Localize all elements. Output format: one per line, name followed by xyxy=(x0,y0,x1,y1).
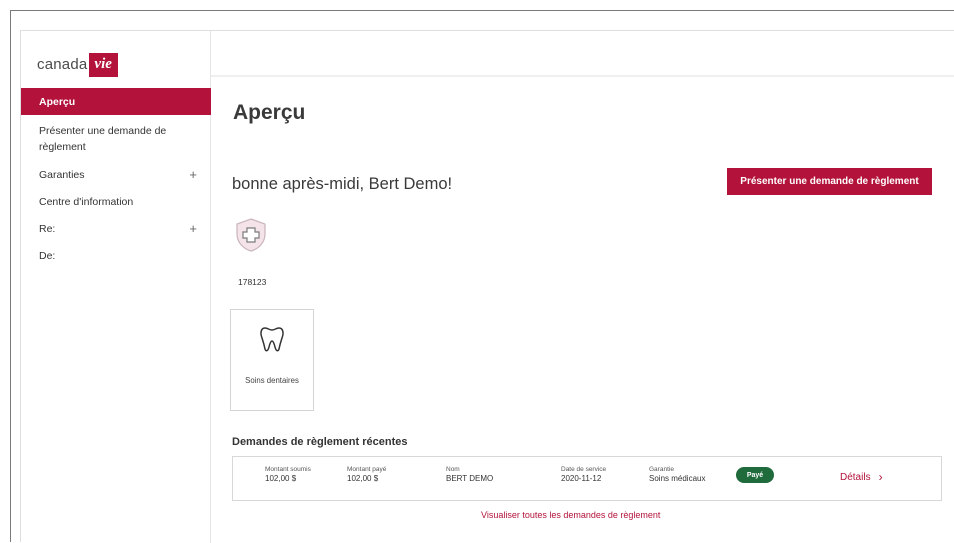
claim-date: Date de service 2020-11-12 xyxy=(561,465,606,483)
claim-name: Nom BERT DEMO xyxy=(446,465,493,483)
logo-text: canada xyxy=(37,55,88,73)
expand-plus-icon[interactable]: + xyxy=(189,221,197,237)
sidebar-item-label: Présenter une demande de règlement xyxy=(39,125,167,153)
claim-date-value: 2020-11-12 xyxy=(561,474,602,483)
sidebar-item-re[interactable]: Re: + xyxy=(21,221,211,237)
claim-paid: Montant payé 102,00 $ xyxy=(347,465,386,483)
sidebar-item-apercu[interactable]: Aperçu xyxy=(21,88,211,115)
sidebar-item-label: Aperçu xyxy=(39,95,76,108)
app-shell: canada vie Aperçu Présenter une demande … xyxy=(20,30,954,543)
tooth-icon xyxy=(260,327,284,352)
claim-details-link[interactable]: Détails › xyxy=(840,470,883,484)
brand-logo[interactable]: canada vie xyxy=(37,50,118,78)
sidebar-nav: Aperçu Présenter une demande de règlemen… xyxy=(21,88,211,264)
claim-submitted-label: Montant soumis xyxy=(265,466,311,473)
sidebar-item-information[interactable]: Centre d'information xyxy=(21,194,211,210)
page-title: Aperçu xyxy=(233,101,306,124)
claim-paid-label: Montant payé xyxy=(347,466,387,473)
sidebar-item-claim[interactable]: Présenter une demande de règlement xyxy=(21,123,186,155)
chevron-right-icon: › xyxy=(878,470,883,484)
claim-name-label: Nom xyxy=(446,466,460,473)
expand-plus-icon[interactable]: + xyxy=(189,167,197,183)
recent-claims-title: Demandes de règlement récentes xyxy=(232,436,408,448)
sidebar-item-label: De: xyxy=(39,250,56,262)
claim-submitted-value: 102,00 $ xyxy=(265,474,297,483)
claim-benefit-value: Soins médicaux xyxy=(649,474,706,483)
top-bar xyxy=(211,31,954,77)
claim-row: Montant soumis 102,00 $ Montant payé 102… xyxy=(232,456,942,501)
shield-cross-icon xyxy=(236,218,266,252)
view-all-claims-link[interactable]: Visualiser toutes les demandes de règlem… xyxy=(481,510,660,520)
member-id: 178123 xyxy=(238,277,267,287)
sidebar-item-de[interactable]: De: xyxy=(21,248,211,264)
status-badge: Payé xyxy=(736,467,774,483)
submit-claim-button[interactable]: Présenter une demande de règlement xyxy=(727,168,932,195)
logo-badge: vie xyxy=(89,53,118,77)
greeting-text: bonne après-midi, Bert Demo! xyxy=(232,175,453,193)
claim-details-label: Détails xyxy=(840,471,871,483)
claim-name-value: BERT DEMO xyxy=(446,474,494,483)
claim-benefit: Garantie Soins médicaux xyxy=(649,465,705,483)
sidebar-item-label: Re: xyxy=(39,223,56,235)
claim-benefit-label: Garantie xyxy=(649,466,674,473)
claim-paid-value: 102,00 $ xyxy=(347,474,379,483)
claim-submitted: Montant soumis 102,00 $ xyxy=(265,465,311,483)
sidebar-item-garanties[interactable]: Garanties + xyxy=(21,167,211,183)
sidebar-item-label: Garanties xyxy=(39,169,85,181)
benefit-card-dental[interactable]: Soins dentaires xyxy=(230,309,314,411)
benefit-card-label: Soins dentaires xyxy=(245,376,299,385)
sidebar-item-label: Centre d'information xyxy=(39,196,134,208)
sidebar: canada vie Aperçu Présenter une demande … xyxy=(21,31,211,543)
claim-date-label: Date de service xyxy=(561,466,607,473)
main-content: Aperçu bonne après-midi, Bert Demo! Prés… xyxy=(211,31,954,543)
